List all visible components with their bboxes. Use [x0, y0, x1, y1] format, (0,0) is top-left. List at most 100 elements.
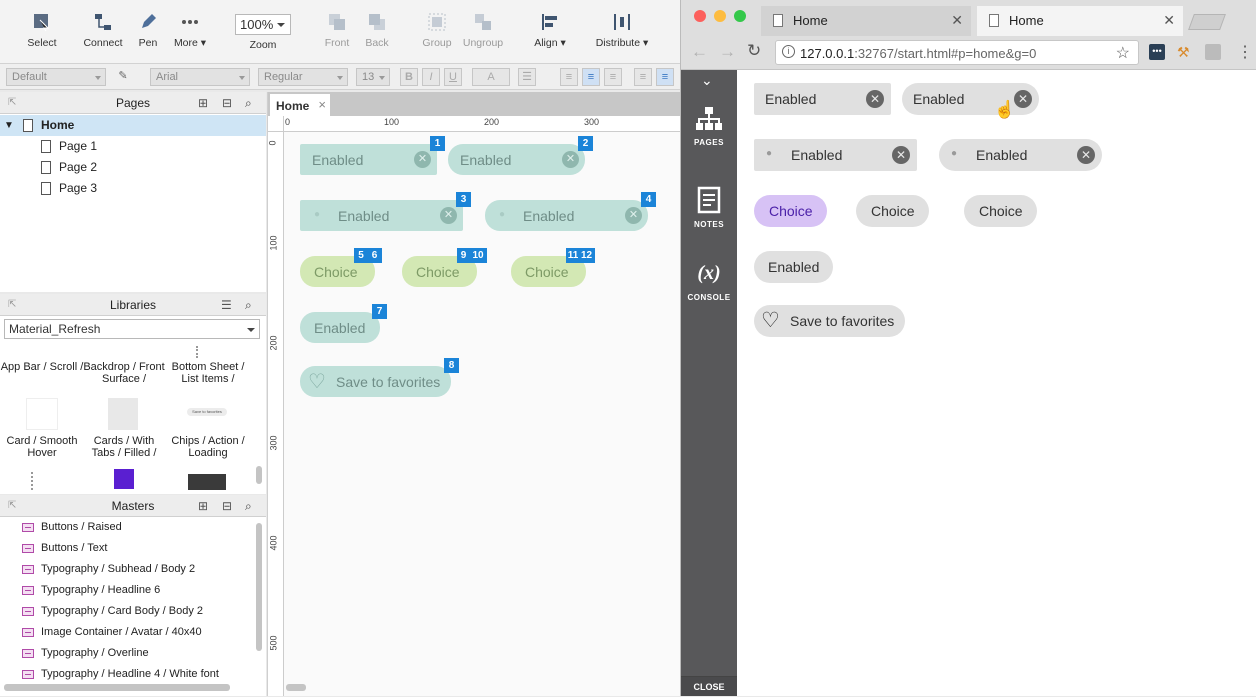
library-item-chips-action[interactable]: Chips / Action / Loading — [166, 435, 250, 459]
front-button[interactable]: Front — [322, 12, 352, 49]
add-folder-icon[interactable]: ⊟ — [222, 495, 232, 517]
search-icon[interactable]: ⌕ — [245, 495, 252, 517]
collapse-arrow-icon[interactable]: ⇱ — [8, 495, 16, 517]
masters-vscrollbar[interactable] — [256, 523, 262, 651]
search-icon[interactable]: ⌕ — [245, 92, 252, 114]
filter-chip-enabled[interactable]: Enabled — [300, 312, 380, 343]
style-select[interactable]: Default — [6, 68, 106, 86]
sidebar-item-console[interactable]: (x) CONSOLE — [681, 262, 737, 302]
preview-input-chip-enabled[interactable]: Enabled ✕ — [754, 83, 891, 115]
reload-icon[interactable]: ↻ — [747, 41, 761, 61]
master-item[interactable]: Typography / Card Body / Body 2 — [0, 601, 252, 622]
master-item[interactable]: Typography / Overline — [0, 643, 252, 664]
add-master-icon[interactable]: ⊞ — [198, 495, 208, 517]
preview-input-chip-rounded[interactable]: Enabled ✕ — [902, 83, 1039, 115]
search-icon[interactable]: ⌕ — [245, 294, 252, 316]
pen-tool[interactable]: Pen — [136, 12, 160, 49]
valign-middle-button[interactable]: ≡ — [656, 68, 674, 86]
font-select[interactable]: Arial — [150, 68, 250, 86]
browser-tab-1[interactable]: Home ✕ — [761, 6, 971, 36]
back-arrow-icon[interactable]: ← — [691, 42, 708, 62]
close-icon[interactable]: ✕ — [562, 151, 579, 168]
close-icon[interactable]: ✕ — [625, 207, 642, 224]
preview-filter-chip-enabled[interactable]: Enabled — [754, 251, 833, 283]
close-icon[interactable]: ✕ — [892, 146, 910, 164]
browser-menu-icon[interactable]: ⋮ — [1237, 42, 1253, 62]
preview-choice-chip[interactable]: Choice — [964, 195, 1037, 227]
font-size-select[interactable]: 13 — [356, 68, 390, 86]
italic-button[interactable]: I — [422, 68, 440, 86]
address-bar[interactable]: i 127.0.0.1:32767/start.html#p=home&g=0 … — [775, 40, 1139, 65]
input-chip-enabled-rounded[interactable]: Enabled ✕ — [448, 144, 585, 175]
sidebar-close-button[interactable]: CLOSE — [681, 676, 737, 696]
close-icon[interactable]: ✕ — [1014, 90, 1032, 108]
page-item-page-2[interactable]: Page 2 — [0, 157, 266, 178]
library-item-card-smooth[interactable]: Card / Smooth Hover — [0, 435, 84, 459]
add-folder-icon[interactable]: ⊟ — [222, 92, 232, 114]
library-scrollbar[interactable] — [256, 466, 262, 484]
tab-home[interactable]: Home × — [270, 94, 330, 116]
bullet-list-button[interactable]: ☰ — [518, 68, 536, 86]
collapse-arrow-icon[interactable]: ⇱ — [8, 92, 16, 114]
align-button[interactable]: Align ▾ — [532, 12, 568, 49]
master-item[interactable]: Typography / Headline 6 — [0, 580, 252, 601]
zoom-select[interactable]: 100% — [235, 14, 291, 35]
font-weight-select[interactable]: Regular — [258, 68, 348, 86]
preview-input-chip-with-icon-rounded[interactable]: ● Enabled ✕ — [939, 139, 1102, 171]
library-select[interactable]: Material_Refresh — [4, 319, 260, 339]
library-item-bottom-sheet[interactable]: Bottom Sheet / List Items / — [166, 361, 250, 385]
close-icon[interactable]: ✕ — [1163, 12, 1175, 29]
bookmark-star-icon[interactable]: ☆ — [1116, 43, 1130, 63]
close-icon[interactable]: ✕ — [866, 90, 884, 108]
browser-tab-2[interactable]: Home ✕ — [977, 6, 1183, 36]
page-item-page-3[interactable]: Page 3 — [0, 178, 266, 199]
library-item-backdrop[interactable]: Backdrop / Front Surface / — [82, 361, 166, 385]
expand-triangle-icon[interactable]: ▼ — [4, 115, 14, 136]
group-button[interactable]: Group — [420, 12, 454, 49]
masters-hscrollbar[interactable] — [4, 684, 230, 691]
collapse-arrow-icon[interactable]: ⇱ — [8, 294, 16, 316]
connect-tool[interactable]: Connect — [82, 12, 124, 49]
forward-arrow-icon[interactable]: → — [719, 42, 736, 62]
new-tab-button[interactable] — [1188, 14, 1226, 30]
page-item-page-1[interactable]: Page 1 — [0, 136, 266, 157]
page-item-home[interactable]: ▼ Home — [0, 115, 266, 136]
master-item[interactable]: Image Container / Avatar / 40x40 — [0, 622, 252, 643]
align-center-button[interactable]: ≡ — [582, 68, 600, 86]
input-chip-enabled[interactable]: Enabled ✕ — [300, 144, 437, 175]
back-button[interactable]: Back — [362, 12, 392, 49]
close-icon[interactable]: × — [318, 97, 326, 112]
close-icon[interactable]: ✕ — [951, 12, 963, 29]
font-color-button[interactable]: A — [472, 68, 510, 86]
close-icon[interactable]: ✕ — [440, 207, 457, 224]
preview-choice-chip[interactable]: Choice — [856, 195, 929, 227]
library-item-cards-tabs[interactable]: Cards / With Tabs / Filled / — [82, 435, 166, 459]
align-right-button[interactable]: ≡ — [604, 68, 622, 86]
underline-button[interactable]: U — [444, 68, 462, 86]
master-item[interactable]: Buttons / Text — [0, 538, 252, 559]
add-page-icon[interactable]: ⊞ — [198, 92, 208, 114]
align-left-button[interactable]: ≡ — [560, 68, 578, 86]
master-item[interactable]: Buttons / Raised — [0, 517, 252, 538]
close-icon[interactable]: ✕ — [414, 151, 431, 168]
library-menu-icon[interactable]: ☰ — [221, 294, 232, 316]
window-minimize-button[interactable] — [714, 10, 726, 22]
input-chip-with-icon-rounded[interactable]: ● Enabled ✕ — [485, 200, 648, 231]
action-chip-favorites[interactable]: ♡ Save to favorites — [300, 366, 451, 397]
ungroup-button[interactable]: Ungroup — [462, 12, 504, 49]
bold-button[interactable]: B — [400, 68, 418, 86]
master-item[interactable]: Typography / Subhead / Body 2 — [0, 559, 252, 580]
window-zoom-button[interactable] — [734, 10, 746, 22]
preview-input-chip-with-icon[interactable]: ● Enabled ✕ — [754, 139, 917, 171]
select-tool[interactable]: Select — [14, 12, 70, 49]
extension-icon-3[interactable] — [1205, 44, 1221, 60]
sidebar-item-pages[interactable]: PAGES — [681, 106, 737, 147]
preview-action-chip-favorites[interactable]: ♡ Save to favorites — [754, 305, 905, 337]
extension-icon-1[interactable]: ••• — [1149, 44, 1165, 60]
library-item-app-bar[interactable]: App Bar / Scroll / — [0, 361, 84, 373]
distribute-button[interactable]: Distribute ▾ — [594, 12, 650, 49]
input-chip-with-icon[interactable]: ● Enabled ✕ — [300, 200, 463, 231]
window-close-button[interactable] — [694, 10, 706, 22]
sidebar-item-notes[interactable]: NOTES — [681, 186, 737, 229]
canvas-hscrollbar[interactable] — [286, 684, 306, 691]
